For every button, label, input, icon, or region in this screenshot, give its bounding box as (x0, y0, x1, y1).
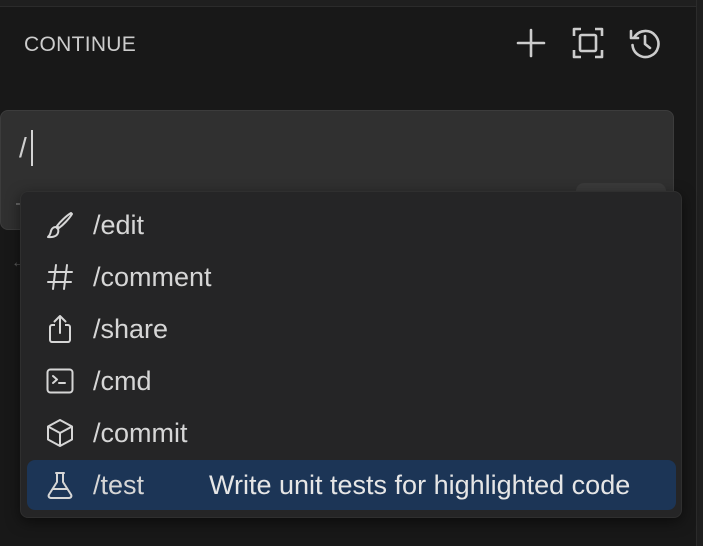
top-divider (0, 0, 696, 7)
menu-item-label: /edit (93, 209, 145, 240)
chat-input-value: / (19, 132, 27, 163)
continue-panel: CONTINUE / ← /edit /comment /share /cmd … (0, 0, 703, 546)
beaker-icon (44, 469, 76, 501)
header-actions (514, 26, 662, 60)
panel-title: CONTINUE (24, 33, 137, 56)
menu-item-test[interactable]: /test Write unit tests for highlighted c… (27, 460, 676, 510)
menu-item-label: /cmd (93, 365, 152, 396)
new-session-button[interactable] (514, 26, 548, 60)
hash-icon (44, 261, 76, 293)
slash-command-menu: /edit /comment /share /cmd /commit /test… (20, 191, 682, 518)
fullscreen-icon (572, 27, 604, 59)
history-button[interactable] (628, 26, 662, 60)
menu-item-commit[interactable]: /commit (27, 408, 676, 458)
menu-item-description: Write unit tests for highlighted code (209, 469, 631, 500)
text-caret (31, 130, 33, 166)
plus-icon (516, 28, 546, 58)
menu-item-edit[interactable]: /edit (27, 200, 676, 250)
menu-item-label: /comment (93, 261, 212, 292)
menu-item-cmd[interactable]: /cmd (27, 356, 676, 406)
share-icon (44, 313, 76, 345)
terminal-icon (44, 365, 76, 397)
menu-item-share[interactable]: /share (27, 304, 676, 354)
cube-icon (44, 417, 76, 449)
panel-edge (696, 0, 703, 546)
history-icon (629, 29, 660, 59)
menu-item-label: /commit (93, 417, 188, 448)
paintbrush-icon (44, 209, 76, 241)
fullscreen-button[interactable] (571, 26, 605, 60)
menu-item-label: /share (93, 313, 169, 344)
menu-item-comment[interactable]: /comment (27, 252, 676, 302)
menu-item-label: /test (93, 469, 145, 500)
